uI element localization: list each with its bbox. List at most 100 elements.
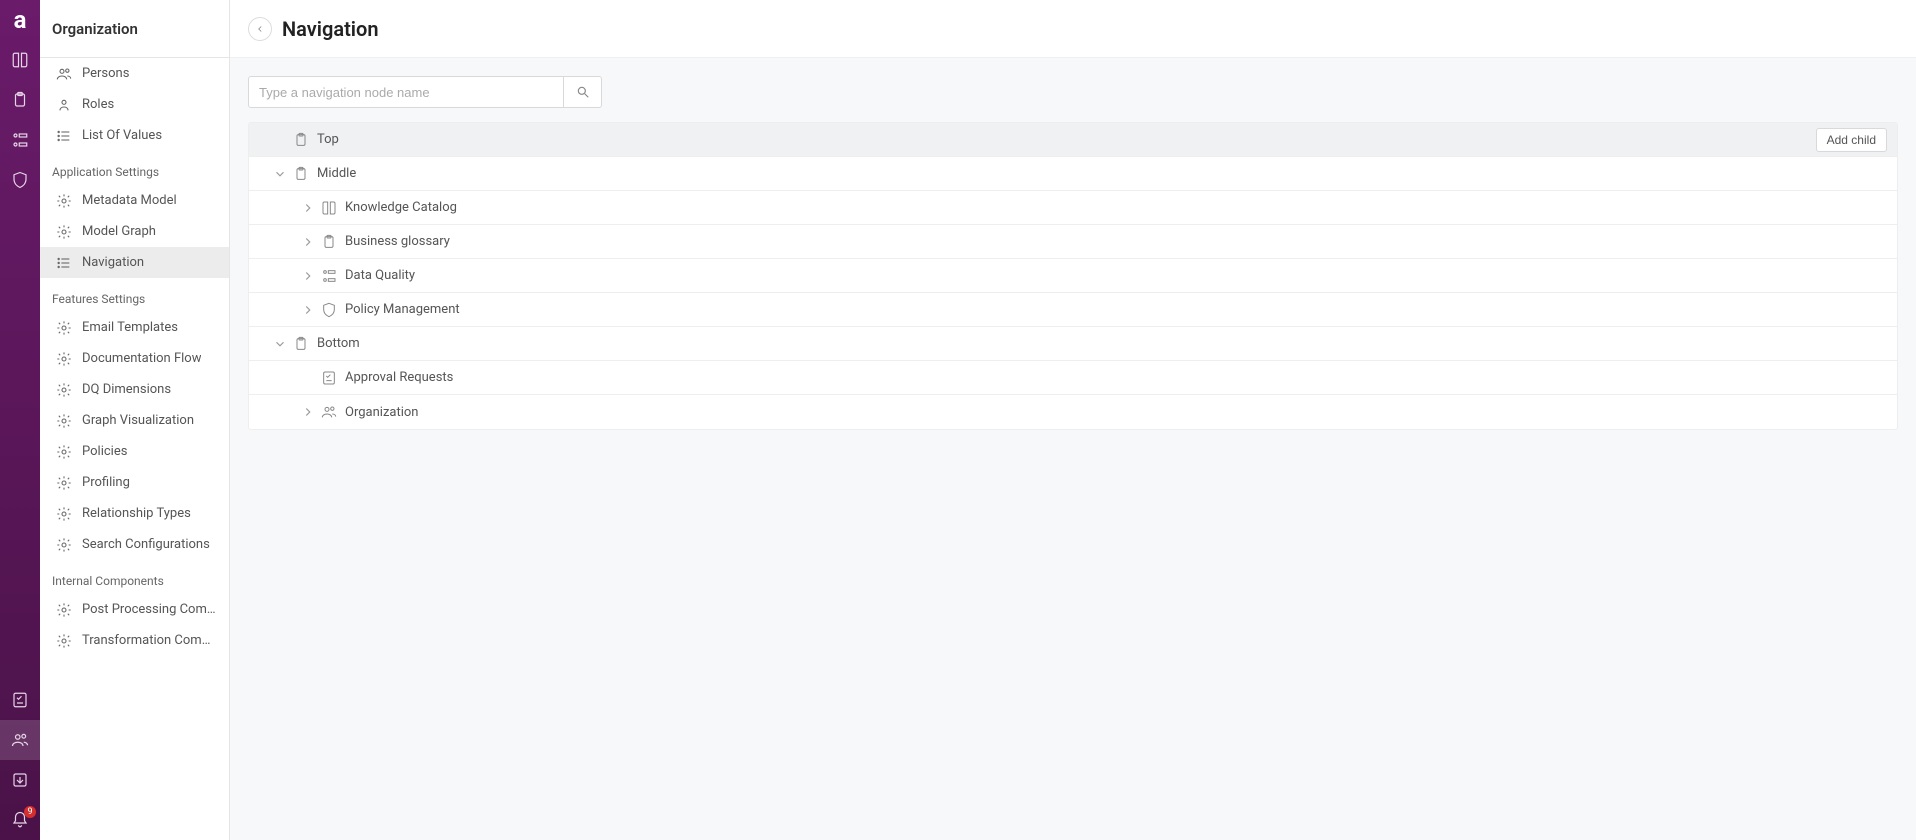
sidebar-item-label: Graph Visualization xyxy=(82,413,194,428)
nav-rail: a 9 xyxy=(0,0,40,840)
chevron-right-icon[interactable] xyxy=(301,269,315,283)
tree-node-label: Data Quality xyxy=(345,268,415,283)
clipboard-icon xyxy=(11,91,29,109)
sidebar-item-email-templates[interactable]: Email Templates xyxy=(40,312,229,343)
sidebar-item-label: Persons xyxy=(82,66,129,81)
import-icon xyxy=(11,771,29,789)
search-input[interactable] xyxy=(248,76,564,108)
gear-icon xyxy=(56,320,72,336)
sidebar-item-metadata-model[interactable]: Metadata Model xyxy=(40,185,229,216)
chevron-down-icon[interactable] xyxy=(273,337,287,351)
sidebar-item-persons[interactable]: Persons xyxy=(40,58,229,89)
tree-node-label: Top xyxy=(317,132,339,147)
sidebar-item-label: List Of Values xyxy=(82,128,162,143)
sidebar-item-documentation-flow[interactable]: Documentation Flow xyxy=(40,343,229,374)
sidebar-item-label: Policies xyxy=(82,444,127,459)
tree-row[interactable]: Approval Requests xyxy=(249,361,1897,395)
main-header: Navigation xyxy=(230,0,1916,58)
rail-item-quality[interactable] xyxy=(0,120,40,160)
list-icon xyxy=(56,255,72,271)
sidebar-item-policies[interactable]: Policies xyxy=(40,436,229,467)
gear-icon xyxy=(56,224,72,240)
sidebar-item-label: DQ Dimensions xyxy=(82,382,171,397)
sidebar-item-label: Documentation Flow xyxy=(82,351,201,366)
gear-icon xyxy=(56,382,72,398)
chevron-left-icon xyxy=(255,24,265,34)
sidebar-group-title: Internal Components xyxy=(40,560,229,594)
sidebar-item-navigation[interactable]: Navigation xyxy=(40,247,229,278)
sidebar-title: Organization xyxy=(40,0,229,58)
sidebar-item-label: Model Graph xyxy=(82,224,156,239)
sidebar-item-dq-dimensions[interactable]: DQ Dimensions xyxy=(40,374,229,405)
sidebar-item-label: Transformation Compon… xyxy=(82,633,217,648)
notification-badge: 9 xyxy=(24,806,36,818)
gear-icon xyxy=(56,351,72,367)
rail-item-glossary[interactable] xyxy=(0,80,40,120)
sidebar-item-graph-visualization[interactable]: Graph Visualization xyxy=(40,405,229,436)
people-icon xyxy=(11,731,29,749)
sidebar-item-label: Search Configurations xyxy=(82,537,210,552)
search-icon xyxy=(576,85,590,99)
shield-icon xyxy=(11,171,29,189)
gear-icon xyxy=(56,193,72,209)
rail-item-policy[interactable] xyxy=(0,160,40,200)
sidebar: Organization Persons Roles List Of Values A… xyxy=(40,0,230,840)
sidebar-item-roles[interactable]: Roles xyxy=(40,89,229,120)
chevron-right-icon[interactable] xyxy=(301,405,315,419)
main: Navigation Top Add child Middle Knowledge C… xyxy=(230,0,1916,840)
tree-row[interactable]: Knowledge Catalog xyxy=(249,191,1897,225)
sidebar-item-post-processing-compon-[interactable]: Post Processing Compon… xyxy=(40,594,229,625)
sidebar-item-model-graph[interactable]: Model Graph xyxy=(40,216,229,247)
chevron-right-icon[interactable] xyxy=(301,201,315,215)
sidebar-item-label: Navigation xyxy=(82,255,144,270)
tree-node-label: Organization xyxy=(345,405,418,420)
tree-row[interactable]: Business glossary xyxy=(249,225,1897,259)
sidebar-group-title: Application Settings xyxy=(40,151,229,185)
rail-item-import[interactable] xyxy=(0,760,40,800)
sidebar-item-list-of-values[interactable]: List Of Values xyxy=(40,120,229,151)
sidebar-item-label: Email Templates xyxy=(82,320,178,335)
tree-row[interactable]: Middle xyxy=(249,157,1897,191)
rail-item-organization[interactable] xyxy=(0,720,40,760)
search-button[interactable] xyxy=(564,76,602,108)
navigation-tree: Top Add child Middle Knowledge Catalog Busin… xyxy=(248,122,1898,430)
gear-icon xyxy=(56,413,72,429)
collapse-sidebar-button[interactable] xyxy=(248,17,272,41)
rail-item-requests[interactable] xyxy=(0,680,40,720)
checklist-icon xyxy=(11,691,29,709)
add-child-button[interactable]: Add child xyxy=(1816,128,1887,152)
chevron-right-icon[interactable] xyxy=(301,303,315,317)
gear-icon xyxy=(56,506,72,522)
chevron-right-icon[interactable] xyxy=(301,235,315,249)
clipboard-icon xyxy=(293,132,309,148)
tree-row[interactable]: Data Quality xyxy=(249,259,1897,293)
tree-row[interactable]: Policy Management xyxy=(249,293,1897,327)
gear-icon xyxy=(56,633,72,649)
role-icon xyxy=(56,97,72,113)
sidebar-item-label: Profiling xyxy=(82,475,130,490)
sidebar-item-relationship-types[interactable]: Relationship Types xyxy=(40,498,229,529)
list-icon xyxy=(56,128,72,144)
page-title: Navigation xyxy=(282,17,378,41)
chevron-down-icon[interactable] xyxy=(273,167,287,181)
sidebar-item-profiling[interactable]: Profiling xyxy=(40,467,229,498)
sidebar-item-label: Relationship Types xyxy=(82,506,191,521)
tree-row[interactable]: Bottom xyxy=(249,327,1897,361)
sidebar-item-transformation-compon-[interactable]: Transformation Compon… xyxy=(40,625,229,656)
sidebar-item-label: Roles xyxy=(82,97,114,112)
book-icon xyxy=(321,200,337,216)
book-icon xyxy=(11,51,29,69)
clipboard-icon xyxy=(293,166,309,182)
tree-node-label: Business glossary xyxy=(345,234,450,249)
sidebar-item-search-configurations[interactable]: Search Configurations xyxy=(40,529,229,560)
tree-row[interactable]: Top Add child xyxy=(249,123,1897,157)
rail-item-catalog[interactable] xyxy=(0,40,40,80)
rail-item-notifications[interactable]: 9 xyxy=(0,800,40,840)
shield-icon xyxy=(321,302,337,318)
tree-node-label: Middle xyxy=(317,166,356,181)
sidebar-item-label: Post Processing Compon… xyxy=(82,602,217,617)
search-bar xyxy=(248,76,1898,108)
checklist-icon xyxy=(321,370,337,386)
gear-icon xyxy=(56,444,72,460)
tree-row[interactable]: Organization xyxy=(249,395,1897,429)
